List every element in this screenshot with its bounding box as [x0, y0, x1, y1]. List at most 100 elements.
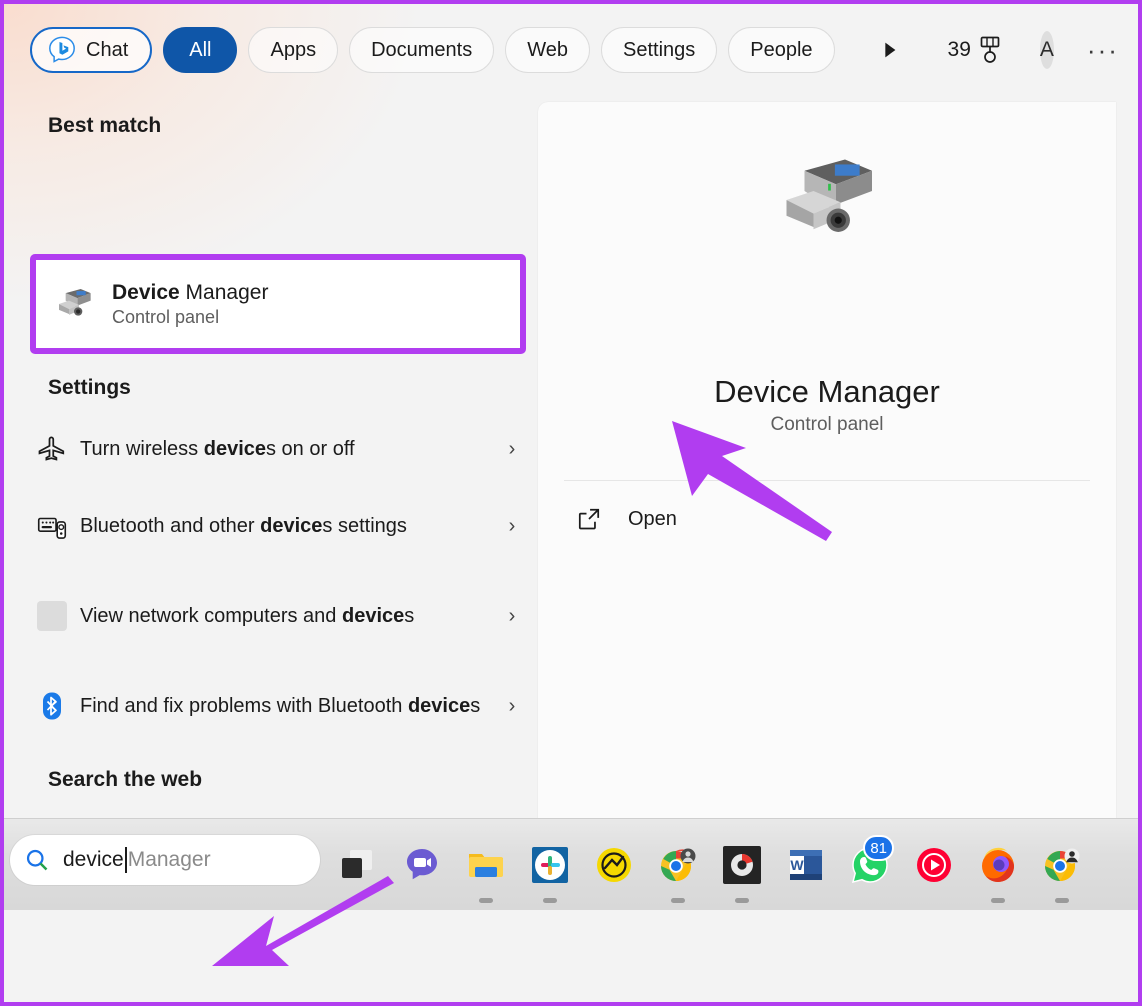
tab-apps[interactable]: Apps — [248, 27, 339, 73]
text-caret — [124, 847, 127, 873]
whatsapp-badge: 81 — [863, 835, 894, 861]
result-row-bluetooth-troubleshoot[interactable]: Find and fix problems with Bluetooth dev… — [30, 668, 526, 744]
label-bold: device — [407, 695, 471, 717]
taskbar-item-word[interactable]: W — [782, 819, 830, 910]
tab-chat[interactable]: Chat — [30, 27, 153, 73]
tab-people-label: People — [750, 38, 813, 61]
chrome-icon — [661, 848, 696, 881]
taskbar-item-basecamp[interactable] — [590, 819, 638, 910]
tab-apps-label: Apps — [270, 38, 317, 61]
taskbar-item-dark-app[interactable] — [718, 819, 766, 910]
label-post: s settings — [322, 515, 407, 537]
preview-divider — [564, 480, 1090, 481]
teams-chat-icon — [407, 849, 437, 880]
label-post: s — [470, 695, 481, 717]
taskbar-search-input[interactable]: device Manager — [10, 835, 320, 885]
preview-app-icon-wrap — [538, 150, 1116, 250]
airplane-icon — [30, 434, 74, 464]
tab-documents-label: Documents — [371, 38, 473, 61]
preview-pane-wrapper: Device Manager Control panel Open — [538, 96, 1138, 910]
result-row-network-computers[interactable]: View network computers and devices › — [30, 578, 526, 654]
blank-icon — [30, 601, 74, 631]
best-match-heading: Best match — [48, 114, 162, 137]
preview-title: Device Manager — [714, 374, 940, 409]
tab-all[interactable]: All — [163, 27, 238, 73]
settings-heading: Settings — [48, 376, 131, 399]
best-match-subtitle: Control panel — [112, 306, 220, 327]
search-text-wrap: device Manager — [63, 847, 211, 873]
rewards-count: 39 — [947, 38, 971, 61]
label-post: s — [404, 605, 415, 627]
result-row-wireless-devices-label: Turn wireless devices on or off — [74, 434, 498, 464]
taskbar-item-chrome-second[interactable] — [1038, 819, 1086, 910]
more-options-label: ··· — [1086, 34, 1119, 65]
search-suggestion-text: Manager — [127, 848, 211, 871]
svg-text:W: W — [790, 857, 804, 873]
label-post: s on or off — [266, 438, 355, 460]
more-options-button[interactable]: ··· — [1087, 35, 1119, 66]
chrome-icon — [1045, 848, 1080, 881]
tab-settings-label: Settings — [623, 38, 696, 61]
best-match-title-rest: Manager — [179, 280, 269, 304]
tab-settings[interactable]: Settings — [601, 27, 718, 73]
taskbar-item-slack[interactable] — [526, 819, 574, 910]
label-pre: Turn wireless — [80, 438, 204, 460]
screenshot-root: Chat All Apps Documents Web Settings Peo… — [0, 0, 1142, 1006]
result-row-bluetooth-settings-label: Bluetooth and other devices settings — [74, 511, 498, 541]
taskbar-item-firefox[interactable] — [974, 819, 1022, 910]
basecamp-icon — [597, 848, 631, 882]
taskbar-item-whatsapp[interactable]: 81 — [846, 819, 894, 910]
search-header: Chat All Apps Documents Web Settings Peo… — [4, 4, 1138, 96]
label-pre: Bluetooth and other — [80, 515, 261, 537]
slack-icon — [532, 847, 568, 883]
search-flyout: Chat All Apps Documents Web Settings Peo… — [4, 4, 1138, 910]
bluetooth-icon — [30, 691, 74, 721]
open-button-label: Open — [628, 507, 677, 530]
tab-people[interactable]: People — [728, 27, 835, 73]
devices-icon — [30, 511, 74, 541]
taskbar-items: W 81 — [334, 819, 1086, 910]
taskbar-item-youtube-music[interactable] — [910, 819, 958, 910]
label-bold: device — [260, 515, 323, 537]
chevron-right-icon: › — [508, 514, 516, 537]
tab-documents[interactable]: Documents — [349, 27, 495, 73]
preview-subtitle: Control panel — [770, 414, 884, 435]
taskbar-item-task-view[interactable] — [334, 819, 382, 910]
device-manager-icon — [786, 159, 872, 232]
tab-web[interactable]: Web — [505, 27, 590, 73]
chevron-right-icon: › — [508, 604, 516, 627]
windows-search-icon — [26, 849, 48, 870]
best-match-title: Device Manager — [112, 281, 268, 305]
label-bold: device — [341, 605, 405, 627]
taskbar-item-file-explorer[interactable] — [462, 819, 510, 910]
result-row-bluetooth-troubleshoot-label: Find and fix problems with Bluetooth dev… — [74, 691, 498, 721]
chevron-right-icon: › — [508, 437, 516, 460]
bing-chat-icon — [49, 36, 75, 63]
rewards-button[interactable]: 39 — [948, 35, 1003, 65]
label-bold: device — [203, 438, 266, 460]
avatar[interactable]: A — [1039, 31, 1054, 69]
play-triangle-icon[interactable] — [869, 30, 909, 70]
taskbar-item-chrome-profile[interactable] — [654, 819, 702, 910]
firefox-icon — [982, 847, 1014, 882]
taskbar-item-teams-chat[interactable] — [398, 819, 446, 910]
label-pre: View network computers and — [80, 605, 342, 627]
result-row-bluetooth-settings[interactable]: Bluetooth and other devices settings › — [30, 488, 526, 564]
results-pane: Best match Device Manager Control panel … — [4, 96, 538, 910]
device-manager-icon — [59, 289, 91, 316]
result-row-network-computers-label: View network computers and devices — [74, 601, 498, 631]
avatar-initial: A — [1039, 38, 1054, 61]
result-row-wireless-devices[interactable]: Turn wireless devices on or off › — [30, 422, 526, 476]
search-typed-text: device — [63, 848, 124, 871]
medal-icon — [980, 36, 1000, 63]
word-icon: W — [790, 850, 822, 880]
preview-pane: Device Manager Control panel Open — [538, 102, 1116, 902]
taskbar: device Manager W 81 — [4, 818, 1138, 910]
tab-web-label: Web — [527, 38, 568, 61]
open-button[interactable]: Open — [576, 506, 677, 532]
chevron-right-icon: › — [508, 694, 516, 717]
best-match-text: Device Manager Control panel — [112, 281, 268, 328]
external-link-icon — [578, 508, 600, 530]
result-best-match[interactable]: Device Manager Control panel — [36, 260, 520, 348]
best-match-title-bold: Device — [112, 280, 180, 304]
